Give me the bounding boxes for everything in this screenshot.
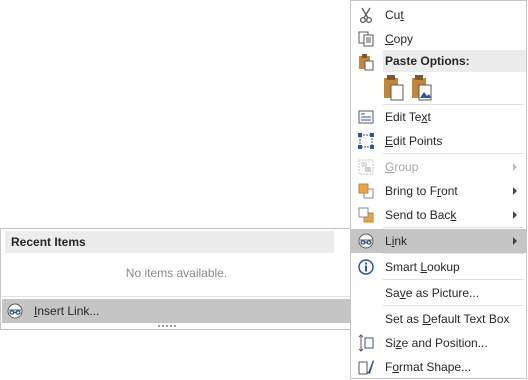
smart-lookup-item[interactable]: Smart Lookup <box>351 255 526 279</box>
link-item[interactable]: Link <box>351 229 526 253</box>
edit-points-label: Edit Points <box>385 134 443 148</box>
resize-grip[interactable] <box>157 325 177 327</box>
paste-keep-formatting-icon[interactable] <box>383 75 405 101</box>
bring-to-front-icon <box>358 183 374 199</box>
size-and-position-item[interactable]: Size and Position... <box>351 331 526 355</box>
link-submenu: Recent Items No items available. Insert … <box>0 228 351 330</box>
save-as-picture-label: Save as Picture... <box>385 286 480 300</box>
group-label: Group <box>385 160 419 174</box>
edit-points-item[interactable]: Edit Points <box>351 129 526 153</box>
paste-options-header: Paste Options: <box>383 50 526 72</box>
submenu-separator <box>1 296 350 297</box>
edit-points-icon <box>358 133 374 149</box>
chevron-right-icon <box>513 211 517 219</box>
insert-link-item[interactable]: Insert Link... <box>2 299 350 323</box>
cut-item[interactable]: Cut <box>351 3 526 27</box>
no-items-text: No items available. <box>125 266 228 280</box>
edit-text-icon <box>358 110 374 124</box>
scissors-icon <box>359 7 373 24</box>
bring-to-front-label: Bring to Front <box>385 184 458 198</box>
recent-items-header: Recent Items <box>5 231 334 253</box>
smart-lookup-label: Smart Lookup <box>385 260 460 274</box>
group-item[interactable]: Group <box>351 155 526 179</box>
set-default-text-box-item[interactable]: Set as Default Text Box <box>351 307 526 331</box>
separator <box>383 279 524 280</box>
copy-icon <box>358 31 374 47</box>
chevron-right-icon <box>513 237 517 245</box>
format-shape-label: Format Shape... <box>385 360 472 374</box>
insert-link-label: Insert Link... <box>34 304 100 318</box>
size-and-position-label: Size and Position... <box>385 336 488 350</box>
paste-picture-icon[interactable] <box>411 75 433 101</box>
paste-icon <box>359 54 374 71</box>
cut-label: Cut <box>385 8 404 22</box>
separator <box>383 153 524 154</box>
set-default-text-box-label: Set as Default Text Box <box>385 312 510 326</box>
format-shape-icon <box>358 360 374 375</box>
separator <box>383 227 524 228</box>
send-to-back-icon <box>358 207 374 223</box>
edit-text-item[interactable]: Edit Text <box>351 105 526 129</box>
group-icon <box>358 159 374 175</box>
send-to-back-label: Send to Back <box>385 208 457 222</box>
send-to-back-item[interactable]: Send to Back <box>351 203 526 227</box>
save-as-picture-item[interactable]: Save as Picture... <box>351 281 526 305</box>
insert-link-icon <box>7 303 23 319</box>
link-label: Link <box>385 234 408 248</box>
edit-text-label: Edit Text <box>385 110 431 124</box>
separator <box>383 253 524 254</box>
copy-item[interactable]: Copy <box>351 27 526 51</box>
smart-lookup-icon <box>358 259 374 275</box>
format-shape-item[interactable]: Format Shape... <box>351 355 526 379</box>
link-icon <box>358 233 374 249</box>
chevron-right-icon <box>513 163 517 171</box>
bring-to-front-item[interactable]: Bring to Front <box>351 179 526 203</box>
size-position-icon <box>358 334 374 352</box>
context-menu: Cut Copy Paste Options: Edit Text Edit P… <box>350 0 527 379</box>
copy-label: Copy <box>385 32 414 46</box>
chevron-right-icon <box>513 187 517 195</box>
separator <box>383 305 524 306</box>
